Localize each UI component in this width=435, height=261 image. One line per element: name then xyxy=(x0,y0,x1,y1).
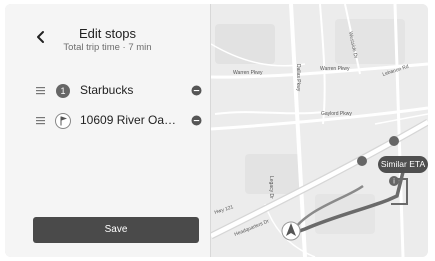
edit-stops-panel: Edit stops Total trip time · 7 min 1 Sta… xyxy=(5,4,211,257)
road-label-warren: Warren Pkwy xyxy=(233,70,263,76)
page-title: Edit stops xyxy=(78,26,137,41)
current-position-icon xyxy=(281,221,301,241)
similar-eta-bubble[interactable]: Similar ETA xyxy=(378,156,428,173)
stop-name: Starbucks xyxy=(80,83,134,97)
remove-stop-icon[interactable] xyxy=(191,115,202,126)
flag-icon xyxy=(55,113,71,129)
stop-number: 1 xyxy=(60,86,65,96)
route-marker-icon xyxy=(389,136,399,146)
remove-stop-icon[interactable] xyxy=(191,85,202,96)
stop-name: 10609 River Oa… xyxy=(80,113,177,127)
road-label-warren-east: Warren Pkwy xyxy=(320,66,350,72)
display-frame: Warren Pkwy Warren Pkwy Gaylord Pkwy Leg… xyxy=(5,4,428,257)
numbered-stop-icon: 1 xyxy=(56,84,70,98)
trip-time-subtitle: Total trip time · 7 min xyxy=(63,42,152,53)
navigation-screen: Warren Pkwy Warren Pkwy Gaylord Pkwy Leg… xyxy=(0,0,435,261)
stop-row-1[interactable]: 1 Starbucks xyxy=(5,78,210,104)
drag-handle-icon[interactable] xyxy=(36,86,45,95)
stop-row-2[interactable]: 10609 River Oa… xyxy=(5,108,210,134)
route-marker-icon xyxy=(357,156,367,166)
save-button[interactable]: Save xyxy=(33,217,199,243)
road-label-gaylord: Gaylord Pkwy xyxy=(321,111,352,117)
road-label-legacy: Legacy Dr xyxy=(268,176,274,199)
drag-handle-icon[interactable] xyxy=(36,116,45,125)
road-label-dallas: Dallas Pkwy xyxy=(295,64,301,92)
